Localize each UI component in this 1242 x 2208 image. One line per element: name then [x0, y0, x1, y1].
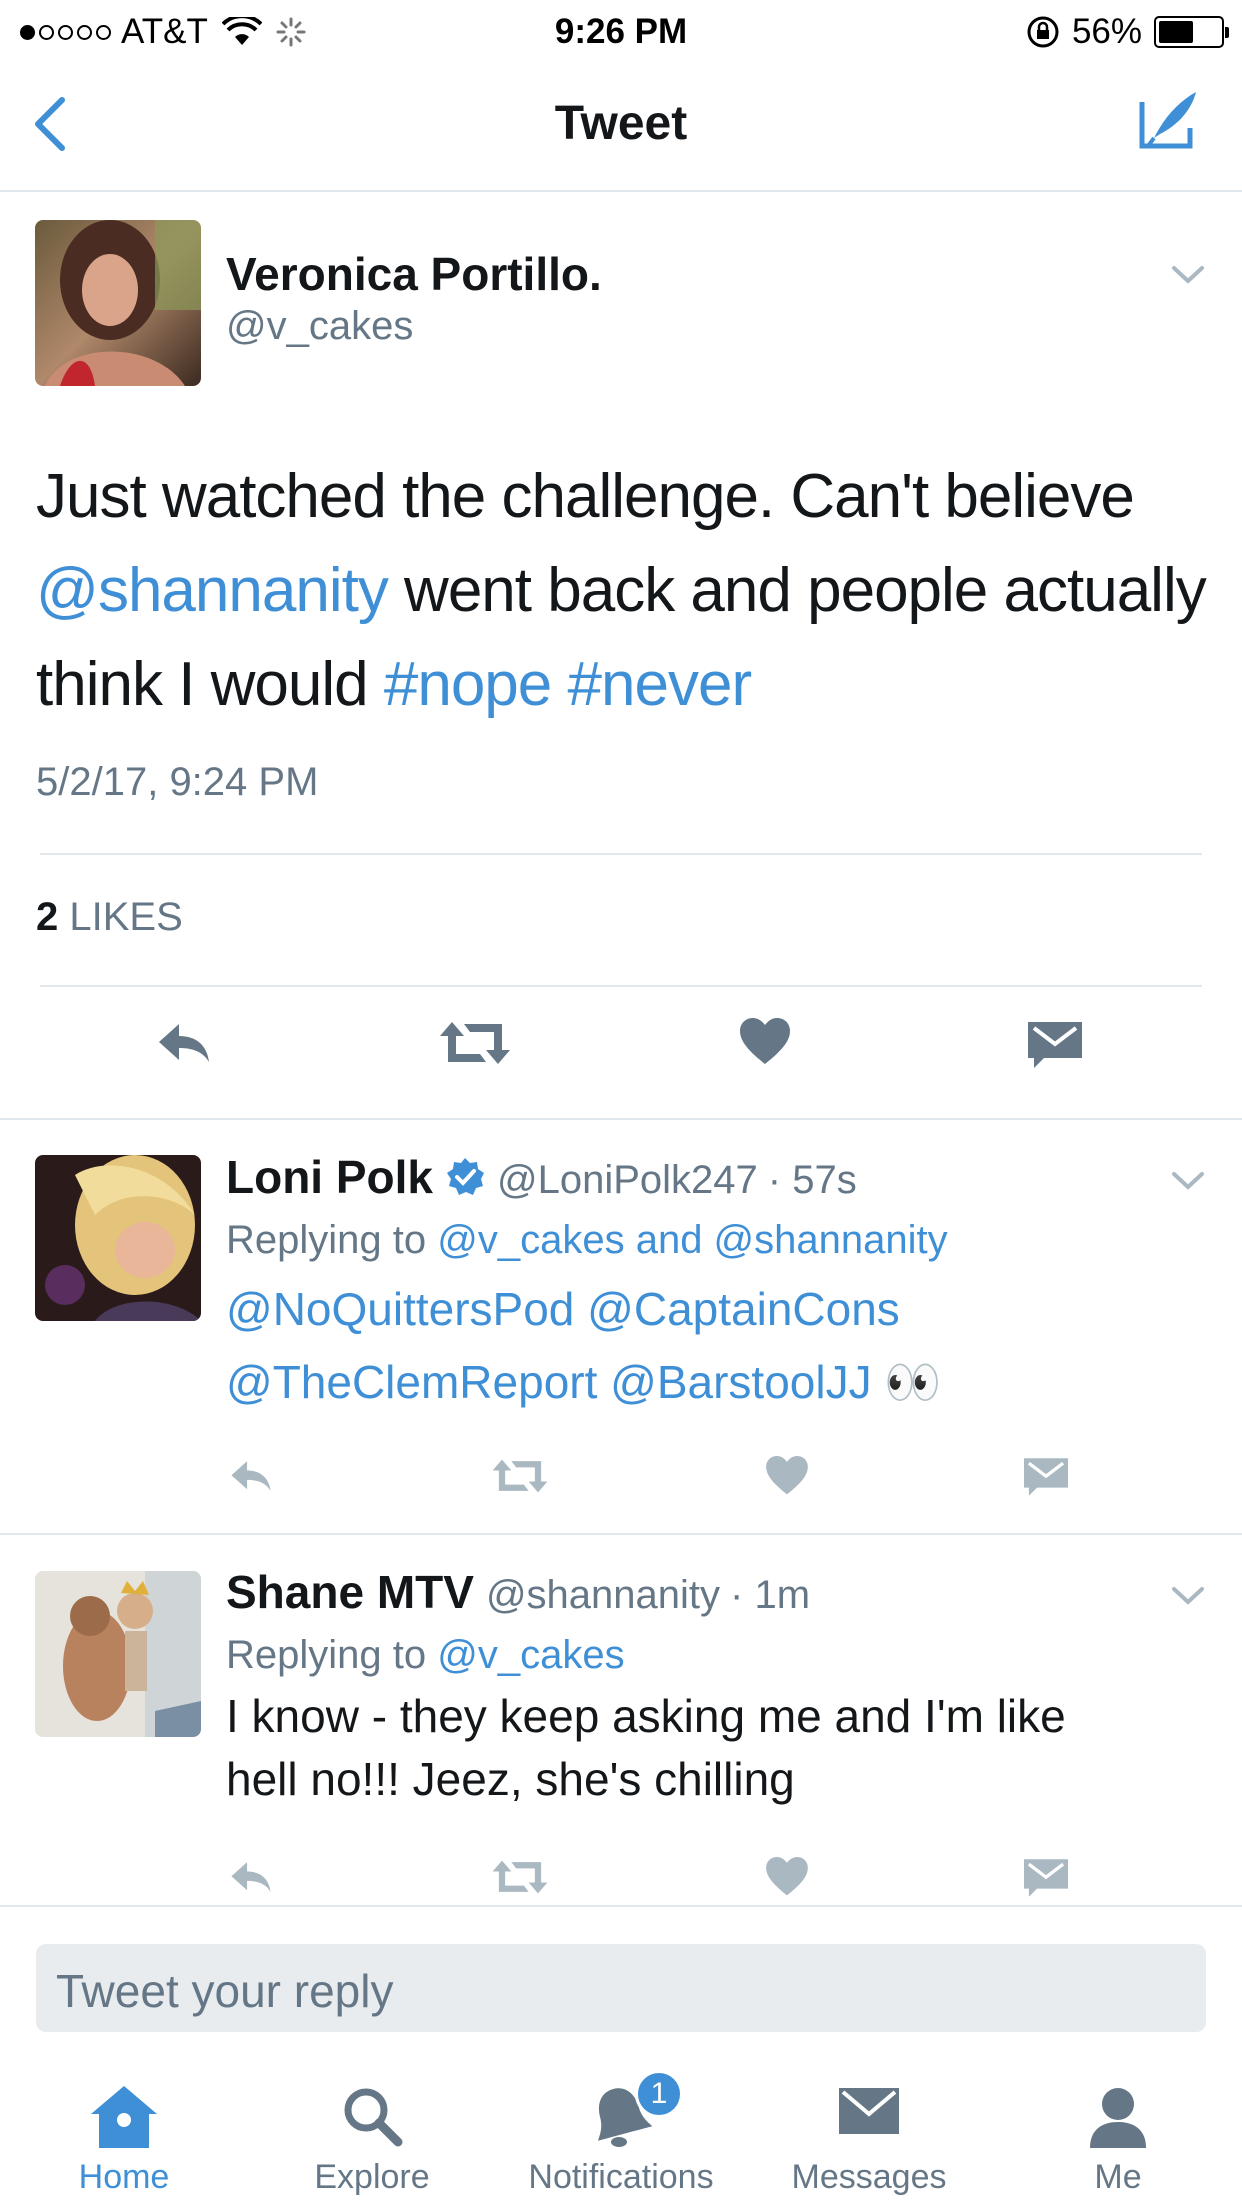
- compose-tweet-icon[interactable]: [1136, 88, 1202, 154]
- reply-icon[interactable]: [228, 1458, 274, 1494]
- reply-time: · 1m: [730, 1573, 811, 1617]
- reply-tweet[interactable]: Loni Polk @LoniPolk247 · 57s Replying to…: [0, 1120, 1242, 1535]
- retweet-icon[interactable]: [440, 1020, 510, 1066]
- heart-icon[interactable]: [766, 1456, 808, 1496]
- heart-icon[interactable]: [740, 1018, 790, 1066]
- reply-tweet[interactable]: Shane MTV @shannanity · 1m Replying to @…: [0, 1535, 1242, 1905]
- tab-messages[interactable]: Messages: [745, 2070, 993, 2208]
- notification-badge: 1: [635, 2070, 683, 2118]
- reply-text-line-wrap: @TheClemReport @BarstoolJJ 👀: [226, 1346, 942, 1419]
- tab-label: Explore: [314, 2158, 430, 2196]
- reply-input[interactable]: Tweet your reply: [36, 1944, 1206, 2032]
- tab-label: Me: [1094, 2158, 1142, 2196]
- battery-percentage: 56%: [1071, 12, 1142, 51]
- retweet-icon[interactable]: [492, 1458, 548, 1494]
- nav-bar: Tweet: [0, 62, 1242, 192]
- eyes-emoji: 👀: [884, 1356, 942, 1408]
- replying-to-line: Replying to @v_cakes: [226, 1633, 625, 1678]
- author-name[interactable]: Veronica Portillo.: [226, 247, 602, 301]
- reply-author-name[interactable]: Shane MTV: [226, 1565, 474, 1619]
- reply-author-name[interactable]: Loni Polk: [226, 1150, 433, 1204]
- avatar[interactable]: [35, 1571, 201, 1737]
- replying-to-label: Replying to: [226, 1218, 427, 1262]
- reply-text: @NoQuittersPod @CaptainCons @TheClemRepo…: [226, 1273, 942, 1419]
- tab-explore[interactable]: Explore: [248, 2070, 496, 2208]
- direct-message-icon[interactable]: [1028, 1022, 1082, 1068]
- replying-to-mentions[interactable]: @v_cakes: [437, 1633, 624, 1677]
- mention-link[interactable]: @shannanity: [36, 556, 389, 625]
- status-right-group: 56%: [1026, 12, 1229, 52]
- reply-author-handle[interactable]: @shannanity: [486, 1573, 720, 1618]
- reply-time: · 57s: [767, 1158, 857, 1202]
- chevron-down-icon[interactable]: [1170, 1585, 1206, 1607]
- reply-text: I know - they keep asking me and I'm lik…: [226, 1685, 1066, 1811]
- replying-to-mentions[interactable]: @v_cakes and @shannanity: [437, 1218, 947, 1262]
- tweet-actions: [0, 1010, 1242, 1090]
- retweet-icon[interactable]: [492, 1859, 548, 1895]
- reply-text-line[interactable]: @NoQuittersPod @CaptainCons: [226, 1273, 942, 1346]
- reply-text-line[interactable]: @TheClemReport @BarstoolJJ: [226, 1356, 872, 1408]
- tab-me[interactable]: Me: [994, 2070, 1242, 2208]
- hashtag-link[interactable]: #never: [568, 650, 753, 719]
- tab-label: Home: [78, 2158, 170, 2196]
- divider: [40, 985, 1202, 987]
- envelope-icon: [837, 2084, 901, 2140]
- heart-icon[interactable]: [766, 1857, 808, 1897]
- hashtag-link[interactable]: #nope: [384, 650, 552, 719]
- direct-message-icon[interactable]: [1024, 1458, 1068, 1496]
- divider: [40, 853, 1202, 855]
- reply-text-line: hell no!!! Jeez, she's chilling: [226, 1753, 795, 1805]
- reply-text-line: I know - they keep asking me and I'm lik…: [226, 1690, 1066, 1742]
- chevron-down-icon[interactable]: [1170, 264, 1206, 286]
- search-icon: [340, 2084, 404, 2148]
- likes-number: 2: [36, 895, 59, 939]
- rotation-lock-icon: [1026, 15, 1060, 49]
- main-tweet: Veronica Portillo. @v_cakes Just watched…: [0, 192, 1242, 1120]
- home-icon: [89, 2084, 159, 2150]
- tweet-timestamp: 5/2/17, 9:24 PM: [36, 760, 319, 804]
- tweet-text-part: Just watched the challenge. Can't believ…: [36, 462, 1135, 531]
- replying-to-line: Replying to @v_cakes and @shannanity: [226, 1218, 948, 1263]
- reply-header: Loni Polk @LoniPolk247 · 57s: [226, 1150, 857, 1204]
- tab-home[interactable]: Home: [0, 2070, 248, 2208]
- reply-icon[interactable]: [155, 1020, 213, 1066]
- status-bar: AT&T 9:26 PM 56%: [0, 0, 1242, 62]
- likes-label: LIKES: [69, 895, 183, 939]
- tab-bar: Home Explore 1 Notifications Messages Me: [0, 2070, 1242, 2208]
- direct-message-icon[interactable]: [1024, 1859, 1068, 1897]
- author-handle[interactable]: @v_cakes: [226, 304, 413, 349]
- battery-icon: [1154, 16, 1229, 48]
- likes-count[interactable]: 2 LIKES: [36, 895, 183, 940]
- tweet-text: Just watched the challenge. Can't believ…: [36, 450, 1216, 732]
- tab-label: Notifications: [528, 2158, 714, 2196]
- reply-icon[interactable]: [228, 1859, 274, 1895]
- page-title: Tweet: [554, 97, 688, 150]
- avatar[interactable]: [35, 1155, 201, 1321]
- tab-label: Messages: [791, 2158, 947, 2196]
- avatar[interactable]: [35, 220, 201, 386]
- person-icon: [1086, 2084, 1150, 2150]
- verified-badge-icon: [445, 1157, 485, 1197]
- reply-header: Shane MTV @shannanity · 1m: [226, 1565, 810, 1619]
- reply-author-handle[interactable]: @LoniPolk247: [497, 1158, 758, 1203]
- chevron-down-icon[interactable]: [1170, 1170, 1206, 1192]
- tab-notifications[interactable]: 1 Notifications: [497, 2070, 745, 2208]
- replying-to-label: Replying to: [226, 1633, 427, 1677]
